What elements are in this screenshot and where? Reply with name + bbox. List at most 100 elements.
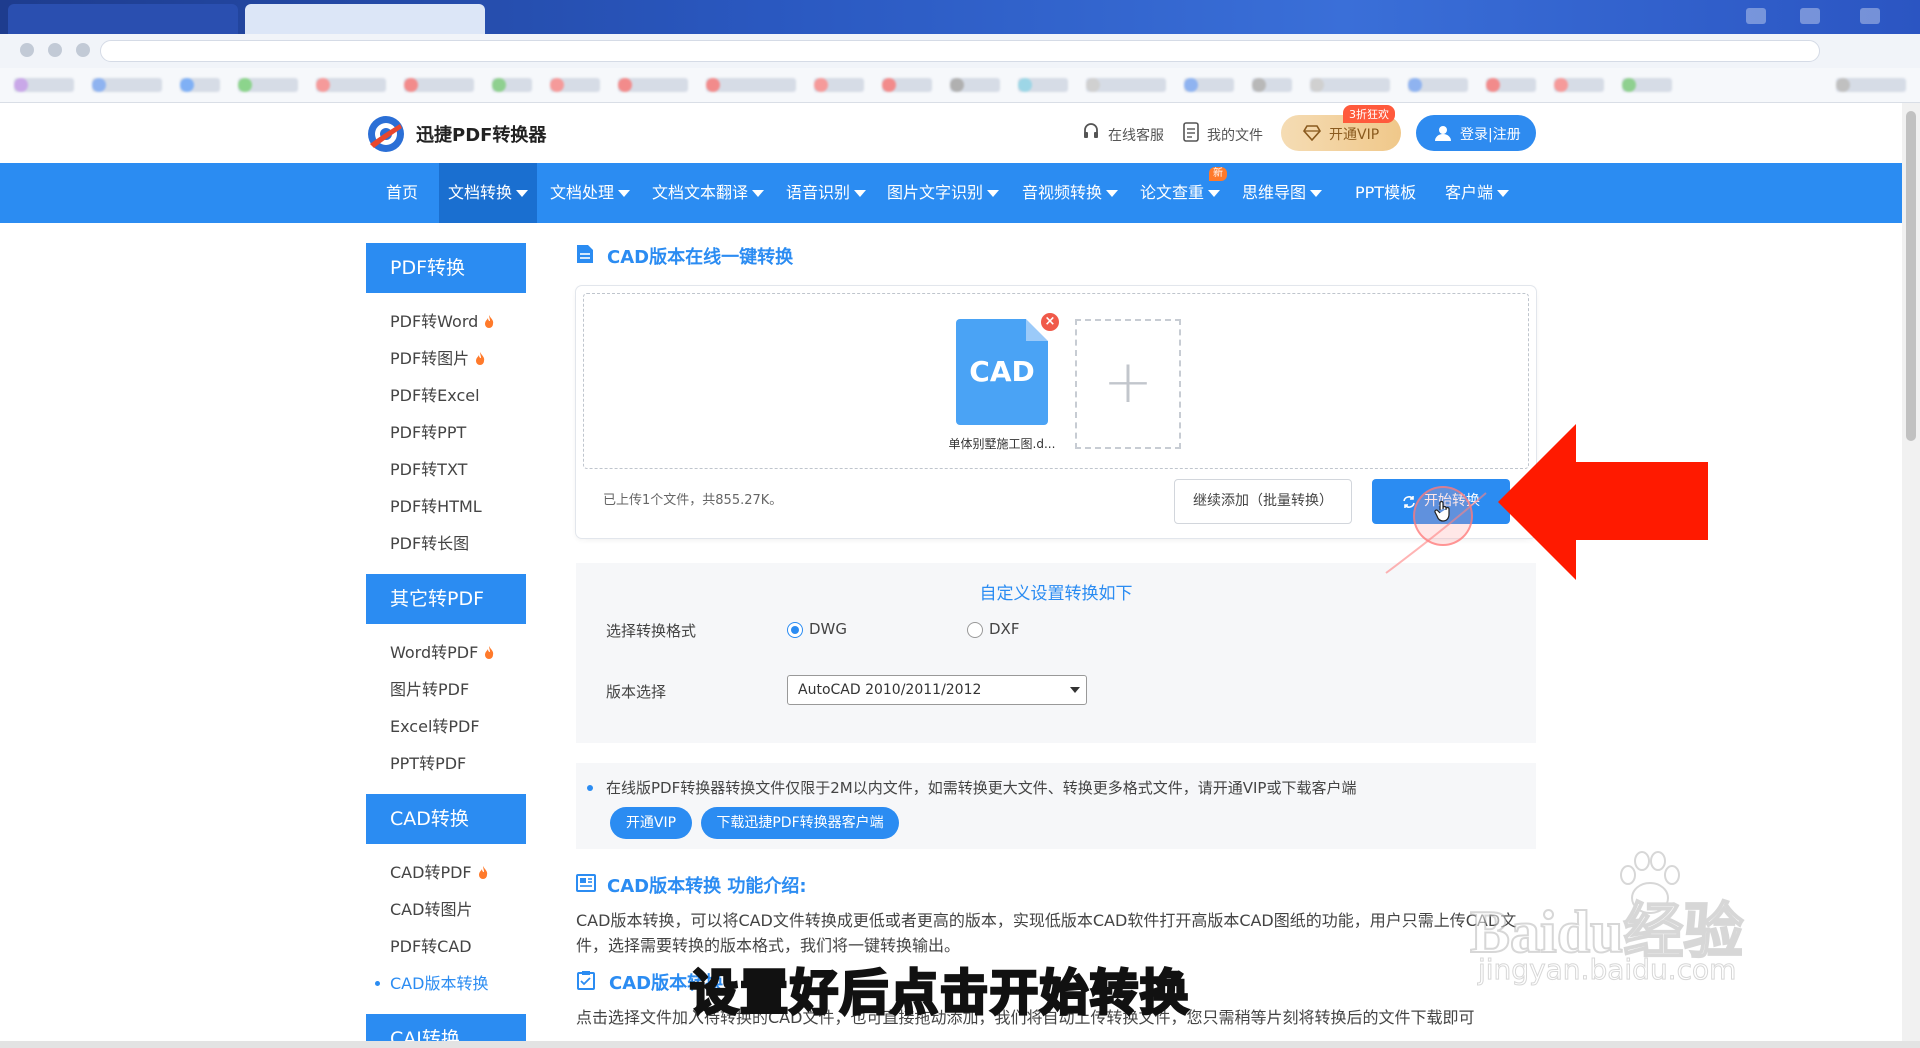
bookmark[interactable] — [706, 78, 796, 92]
logo-icon[interactable] — [366, 114, 406, 154]
sidebar-group-cad[interactable]: CAD转换 — [366, 794, 526, 844]
sidebar-item-label: Word转PDF — [390, 643, 479, 662]
sidebar-item-pdf-to-cad[interactable]: PDF转CAD — [366, 928, 526, 965]
nav-translate[interactable]: 文档文本翻译 — [652, 163, 765, 223]
uploaded-file[interactable]: CAD — [954, 319, 1050, 427]
bookmark[interactable] — [950, 78, 1000, 92]
headset-icon[interactable] — [1082, 122, 1100, 142]
nav-label: PPT模板 — [1355, 183, 1417, 202]
hot-icon — [485, 315, 494, 328]
bookmark[interactable] — [14, 78, 74, 92]
my-files-link[interactable]: 我的文件 — [1207, 125, 1263, 145]
version-select[interactable]: AutoCAD 2010/2011/2012 — [787, 675, 1087, 705]
radio-dwg-label[interactable]: DWG — [809, 620, 847, 638]
bookmark[interactable] — [618, 78, 688, 92]
login-button[interactable]: 登录|注册 — [1416, 115, 1536, 151]
forward-icon[interactable] — [48, 43, 62, 57]
sidebar-item-cad-to-image[interactable]: CAD转图片 — [366, 891, 526, 928]
hot-icon — [476, 352, 485, 365]
nav-ocr[interactable]: 图片文字识别 — [887, 163, 1000, 223]
bookmark[interactable] — [1622, 78, 1672, 92]
online-service-link[interactable]: 在线客服 — [1108, 125, 1164, 145]
nav-home[interactable]: 首页 — [386, 163, 418, 223]
nav-doc-process[interactable]: 文档处理 — [550, 163, 631, 223]
sidebar-item-pdf-to-excel[interactable]: PDF转Excel — [366, 377, 526, 414]
radio-dxf[interactable] — [967, 622, 983, 638]
sidebar-item-pdf-to-txt[interactable]: PDF转TXT — [366, 451, 526, 488]
baidu-jingyan-watermark: Baidu经验 jingyan.baidu.com — [1469, 843, 1800, 987]
drop-zone[interactable]: CAD × 单体别墅施工图.d... + — [583, 293, 1529, 469]
sidebar-item-pdf-to-ppt[interactable]: PDF转PPT — [366, 414, 526, 451]
continue-add-button[interactable]: 继续添加（批量转换） — [1174, 479, 1352, 524]
nav-av-convert[interactable]: 音视频转换 — [1022, 163, 1119, 223]
bookmark[interactable] — [492, 78, 532, 92]
notice-text: 在线版PDF转换器转换文件仅限于2M以内文件，如需转换更大文件、转换更多格式文件… — [606, 779, 1357, 797]
open-vip-button[interactable]: 开通VIP — [610, 807, 692, 839]
bookmark[interactable] — [404, 78, 474, 92]
browser-tab[interactable] — [8, 4, 238, 34]
bookmark[interactable] — [1310, 78, 1390, 92]
sidebar-item-pdf-to-long-image[interactable]: PDF转长图 — [366, 525, 526, 562]
bookmark[interactable] — [92, 78, 162, 92]
sidebar-item-cad-version[interactable]: CAD版本转换 — [366, 965, 526, 1002]
bookmark[interactable] — [316, 78, 386, 92]
bookmark[interactable] — [180, 78, 220, 92]
bookmark[interactable] — [814, 78, 864, 92]
bookmark[interactable] — [1018, 78, 1068, 92]
add-file-button[interactable]: + — [1075, 319, 1181, 449]
maximize-icon[interactable] — [1800, 8, 1820, 24]
sidebar-item-pdf-to-word[interactable]: PDF转Word — [366, 303, 526, 340]
sidebar-item-ppt-to-pdf[interactable]: PPT转PDF — [366, 745, 526, 782]
sidebar-item-image-to-pdf[interactable]: 图片转PDF — [366, 671, 526, 708]
file-icon[interactable] — [1182, 122, 1200, 142]
chevron-down-icon — [1208, 190, 1221, 197]
bookmark[interactable] — [1086, 78, 1166, 92]
site-name[interactable]: 迅捷PDF转换器 — [416, 121, 546, 147]
bookmark[interactable] — [238, 78, 298, 92]
bookmark[interactable] — [1252, 78, 1292, 92]
url-input[interactable] — [100, 40, 1820, 62]
site-header: 迅捷PDF转换器 在线客服 我的文件 开通VIP 3折狂欢 登录|注册 — [0, 103, 1902, 163]
intro-text: CAD版本转换，可以将CAD文件转换成更低或者更高的版本，实现低版本CAD软件打… — [576, 911, 1517, 955]
sidebar-item-pdf-to-image[interactable]: PDF转图片 — [366, 340, 526, 377]
sidebar-group-caj[interactable]: CAJ转换 — [366, 1014, 526, 1041]
bookmark[interactable] — [550, 78, 600, 92]
watermark-url: jingyan.baidu.com — [1477, 953, 1737, 987]
bookmark[interactable] — [1836, 78, 1906, 92]
sidebar-group-pdf[interactable]: PDF转换 — [366, 243, 526, 293]
sidebar-item-excel-to-pdf[interactable]: Excel转PDF — [366, 708, 526, 745]
nav-label: 音视频转换 — [1022, 183, 1103, 202]
radio-dxf-label[interactable]: DXF — [989, 620, 1019, 638]
sidebar-item-label: 图片转PDF — [390, 680, 470, 699]
bookmark[interactable] — [1408, 78, 1468, 92]
close-window-icon[interactable] — [1860, 8, 1880, 24]
scrollbar-thumb[interactable] — [1906, 111, 1916, 441]
page-scrollbar[interactable] — [1902, 103, 1920, 1041]
nav-doc-convert[interactable]: 文档转换 — [439, 163, 538, 223]
sidebar-item-pdf-to-html[interactable]: PDF转HTML — [366, 488, 526, 525]
nav-ppt-templates[interactable]: PPT模板 — [1355, 163, 1416, 223]
vip-label: 开通VIP — [1329, 127, 1380, 143]
refresh-icon[interactable] — [76, 43, 90, 57]
nav-mindmap[interactable]: 思维导图 — [1242, 163, 1323, 223]
minimize-icon[interactable] — [1746, 8, 1766, 24]
sidebar-item-cad-to-pdf[interactable]: CAD转PDF — [366, 854, 526, 891]
back-icon[interactable] — [20, 43, 34, 57]
sidebar-item-word-to-pdf[interactable]: Word转PDF — [366, 634, 526, 671]
browser-tab-active[interactable] — [245, 4, 485, 34]
bookmark[interactable] — [882, 78, 932, 92]
chevron-down-icon — [618, 190, 631, 197]
nav-plagiarism[interactable]: 论文查重 — [1140, 163, 1221, 223]
remove-file-button[interactable]: × — [1039, 311, 1061, 333]
download-client-button[interactable]: 下载迅捷PDF转换器客户端 — [701, 807, 899, 839]
sidebar-group-to-pdf[interactable]: 其它转PDF — [366, 574, 526, 624]
format-label: 选择转换格式 — [606, 622, 697, 640]
newspaper-icon — [576, 874, 596, 892]
user-icon — [1435, 126, 1451, 141]
bookmark[interactable] — [1184, 78, 1234, 92]
bookmark[interactable] — [1554, 78, 1604, 92]
radio-dwg[interactable] — [787, 622, 803, 638]
nav-speech[interactable]: 语音识别 — [786, 163, 867, 223]
bookmark[interactable] — [1486, 78, 1536, 92]
nav-client[interactable]: 客户端 — [1445, 163, 1510, 223]
